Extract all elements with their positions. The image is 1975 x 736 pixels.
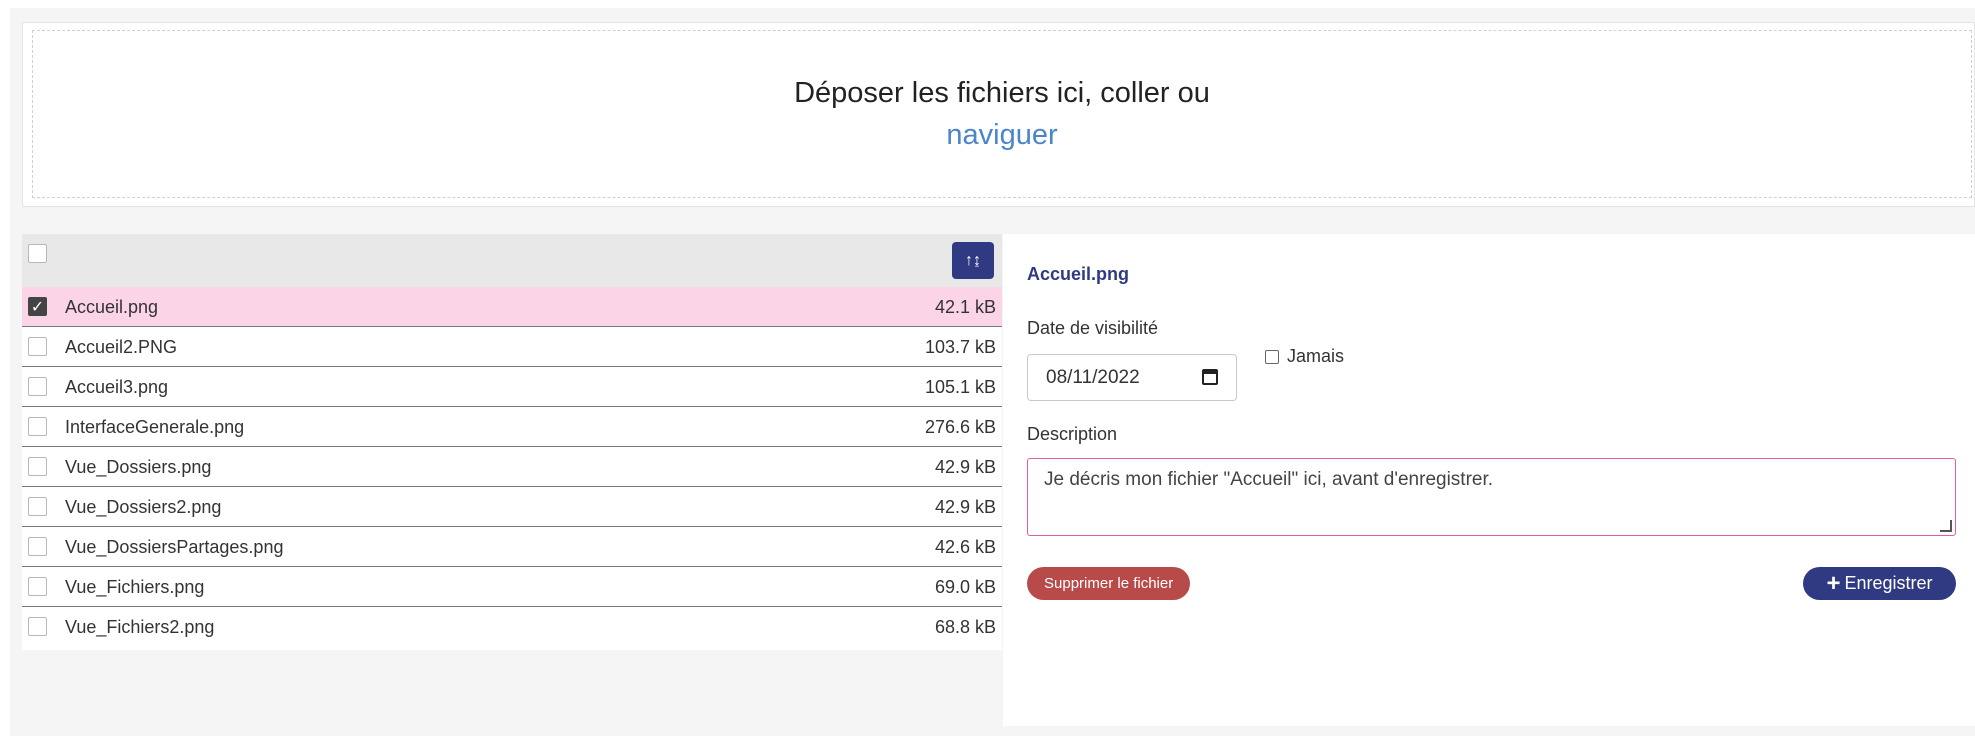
file-size: 69.0 kB	[934, 577, 996, 597]
file-checkbox[interactable]	[28, 577, 47, 596]
file-name: Accueil2.PNG	[65, 337, 178, 357]
file-row[interactable]: Vue_Dossiers.png 42.9 kB	[22, 447, 1002, 487]
file-name: InterfaceGenerale.png	[65, 417, 245, 437]
file-name: Accueil.png	[65, 297, 159, 317]
file-checkbox[interactable]	[28, 617, 47, 636]
select-all-checkbox[interactable]	[28, 244, 47, 263]
file-size: 68.8 kB	[934, 617, 996, 637]
visibility-date-value: 08/11/2022	[1046, 367, 1140, 388]
file-name: Vue_Dossiers2.png	[65, 497, 222, 517]
plus-icon: +	[1826, 569, 1841, 597]
file-checkbox[interactable]	[28, 337, 47, 356]
calendar-icon[interactable]	[1202, 369, 1218, 385]
never-checkbox[interactable]	[1265, 349, 1279, 364]
file-row[interactable]: Vue_DossiersPartages.png 42.6 kB	[22, 527, 1002, 567]
sort-ascending-icon: ↑↨	[965, 251, 981, 269]
file-row[interactable]: Vue_Fichiers2.png 68.8 kB	[22, 607, 1002, 647]
description-text: Je décris mon fichier "Accueil" ici, ava…	[1044, 469, 1494, 490]
resize-grip-icon[interactable]	[1940, 520, 1952, 532]
sort-button[interactable]: ↑↨	[952, 242, 994, 279]
description-textarea[interactable]: Je décris mon fichier "Accueil" ici, ava…	[1027, 458, 1956, 536]
visibility-date-input[interactable]: 08/11/2022	[1027, 354, 1237, 401]
file-list: ↑↨ ✓ Accueil.png 42.1 kB Accueil2.PNG 103.7 …	[22, 234, 1002, 650]
file-size: 276.6 kB	[924, 417, 996, 437]
file-size: 42.9 kB	[934, 497, 996, 517]
file-list-header: ↑↨	[22, 234, 1002, 287]
selected-file-title: Accueil.png	[1027, 264, 1130, 284]
save-button[interactable]: + Enregistrer	[1803, 567, 1956, 600]
file-row[interactable]: Accueil3.png 105.1 kB	[22, 367, 1002, 407]
file-name: Accueil3.png	[65, 377, 169, 397]
file-row[interactable]: Accueil2.PNG 103.7 kB	[22, 327, 1002, 367]
file-row[interactable]: ✓ Accueil.png 42.1 kB	[22, 287, 1002, 327]
visibility-date-label: Date de visibilité	[1027, 318, 1159, 338]
browse-link[interactable]: naviguer	[946, 114, 1057, 156]
never-label: Jamais	[1287, 346, 1345, 366]
file-checkbox[interactable]	[28, 497, 47, 516]
file-name: Vue_Dossiers.png	[65, 457, 212, 477]
file-checkbox[interactable]	[28, 377, 47, 396]
file-name: Vue_Fichiers.png	[65, 577, 205, 597]
file-size: 42.9 kB	[934, 457, 996, 477]
file-checkbox[interactable]: ✓	[28, 297, 47, 316]
file-dropzone[interactable]: Déposer les fichiers ici, coller ou navi…	[32, 30, 1972, 198]
file-name: Vue_Fichiers2.png	[65, 617, 215, 637]
file-checkbox[interactable]	[28, 537, 47, 556]
file-row[interactable]: Vue_Dossiers2.png 42.9 kB	[22, 487, 1002, 527]
file-checkbox[interactable]	[28, 417, 47, 436]
file-checkbox[interactable]	[28, 457, 47, 476]
dropzone-text: Déposer les fichiers ici, coller ou	[794, 77, 1210, 109]
file-size: 42.6 kB	[934, 537, 996, 557]
file-row[interactable]: InterfaceGenerale.png 276.6 kB	[22, 407, 1002, 447]
save-label: Enregistrer	[1844, 573, 1933, 593]
delete-file-button[interactable]: Supprimer le fichier	[1027, 567, 1191, 600]
file-size: 42.1 kB	[934, 297, 996, 317]
file-size: 103.7 kB	[924, 337, 996, 357]
never-option[interactable]: Jamais	[1265, 346, 1344, 367]
description-label: Description	[1027, 424, 1118, 444]
file-row[interactable]: Vue_Fichiers.png 69.0 kB	[22, 567, 1002, 607]
file-size: 105.1 kB	[924, 377, 996, 397]
file-details-panel: Accueil.png Date de visibilité 08/11/202…	[1003, 234, 1975, 726]
checkmark-icon: ✓	[30, 298, 45, 316]
file-name: Vue_DossiersPartages.png	[65, 537, 284, 557]
